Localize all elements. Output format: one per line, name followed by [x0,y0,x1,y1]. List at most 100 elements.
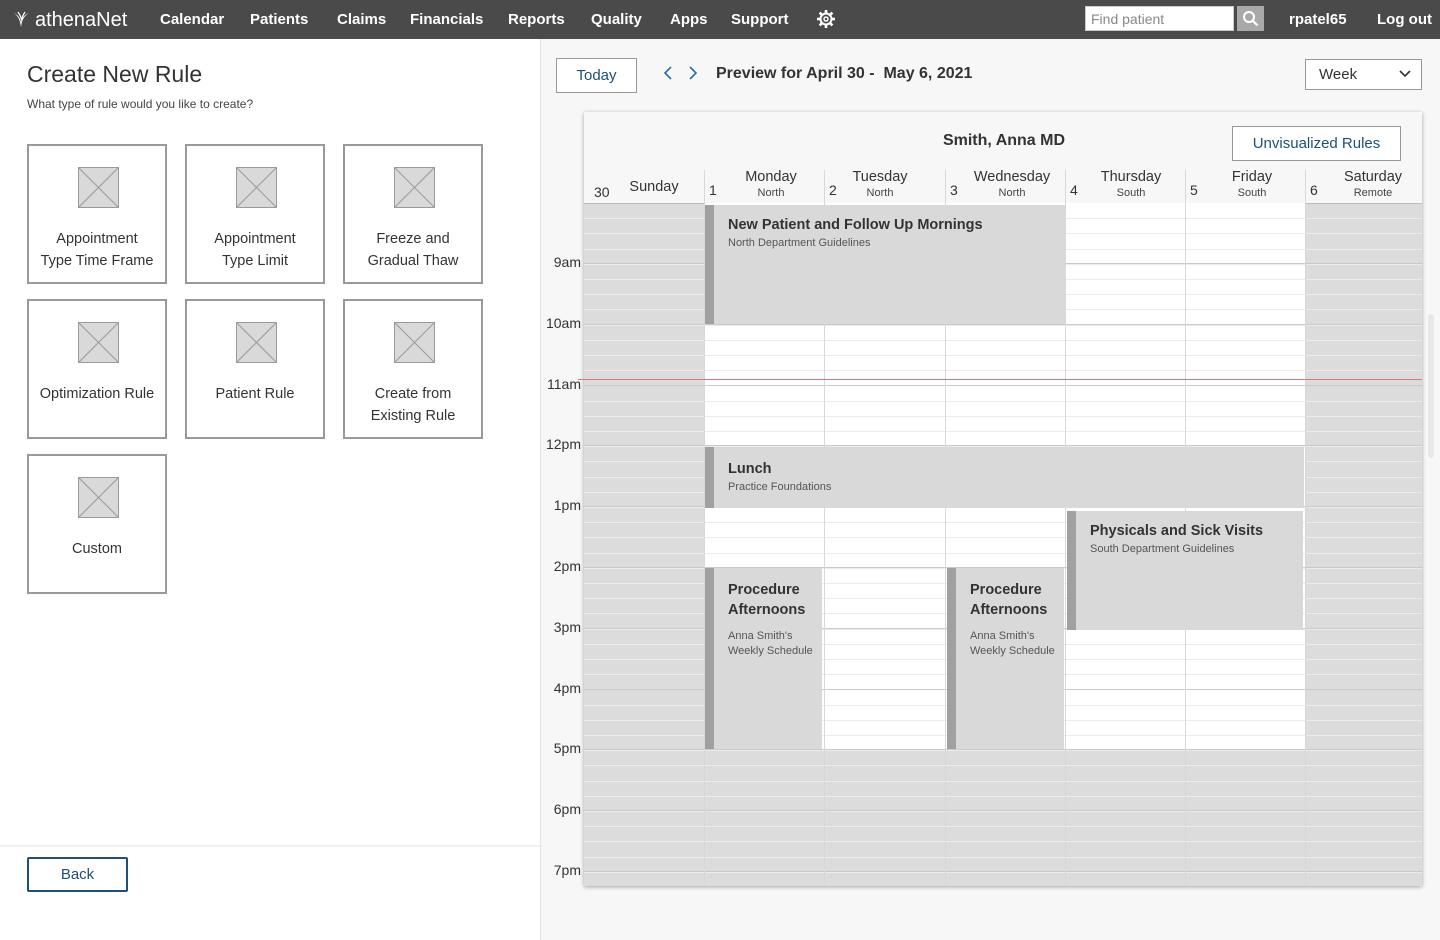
image-placeholder-icon [78,477,119,518]
event-subtitle: Anna Smith's [970,630,1035,642]
back-button[interactable]: Back [27,857,128,892]
event-subtitle-line2: Weekly Schedule [970,645,1055,657]
day-name: Thursday [1100,169,1162,185]
page-scrollbar[interactable] [1428,314,1434,458]
nav-reports[interactable]: Reports [508,11,565,28]
rule-tile-custom-rule[interactable]: Custom [27,454,167,594]
time-label: 3pm [553,619,581,635]
image-placeholder-icon [394,322,435,363]
rule-event[interactable]: Lunch Practice Foundations [705,447,1304,508]
day-department: North [998,187,1026,199]
quarter-hour-line [584,370,1422,371]
quarter-hour-line [584,781,1422,782]
hour-line [584,810,1422,811]
day-department: North [866,187,894,199]
event-title-line2: Afternoons [970,602,1048,618]
day-name: Wednesday [973,169,1051,185]
time-label: 12pm [545,436,581,452]
user-menu[interactable]: rpatel65 [1289,11,1347,28]
preview-date-range: Preview for April 30 - May 6, 2021 [716,65,973,82]
rule-tile-patient-rule[interactable]: Patient Rule [185,299,325,439]
rule-tile-appointment-type-limit[interactable]: Appointment Type Limit [185,144,325,284]
time-label: 6pm [553,801,581,817]
hour-line [584,445,1422,446]
nav-claims[interactable]: Claims [337,11,386,28]
quarter-hour-line [584,841,1422,842]
brand-text-athena: athena [35,8,97,31]
unvisualized-rules-button[interactable]: Unvisualized Rules [1232,126,1401,161]
rule-tile-freeze-and-gradual-thaw[interactable]: Freeze and Gradual Thaw [343,144,483,284]
day-divider [1305,170,1306,886]
day-department: Remote [1353,187,1393,199]
quarter-hour-line [584,872,1422,873]
rule-tile-create-from-existing-rule[interactable]: Create from Existing Rule [343,299,483,439]
event-color-bar [705,447,714,508]
event-title: Procedure [728,582,800,598]
quarter-hour-line [584,355,1422,356]
time-label: 11am [547,376,581,392]
rule-tile-label-line2: Gradual Thaw [367,253,459,269]
nav-patients[interactable]: Patients [250,11,308,28]
nav-calendar[interactable]: Calendar [160,11,224,28]
today-button[interactable]: Today [556,58,637,93]
rule-event[interactable]: Procedure Afternoons Anna Smith's Weekly Sc… [947,568,1064,749]
image-placeholder-icon [394,167,435,208]
find-patient-input[interactable] [1085,6,1234,31]
quarter-hour-line [584,796,1422,797]
image-placeholder-icon [236,322,277,363]
event-color-bar [1067,511,1076,630]
time-label: 1pm [553,497,581,513]
hour-line [584,871,1422,872]
image-placeholder-icon [78,322,119,363]
gear-icon[interactable] [816,9,836,29]
next-week-button[interactable] [685,63,701,85]
page-title: Create New Rule [27,61,203,87]
rule-tile-label: Create from [374,386,452,402]
event-subtitle: North Department Guidelines [728,237,871,249]
event-color-bar [947,568,956,749]
hour-line [584,385,1422,386]
chevron-down-icon [1399,60,1411,99]
nav-financials[interactable]: Financials [410,11,483,28]
rule-tile-appointment-type-time-frame[interactable]: Appointment Type Time Frame [27,144,167,284]
quarter-hour-line [584,765,1422,766]
time-label: 5pm [553,740,581,756]
rule-event[interactable]: Procedure Afternoons Anna Smith's Weekly Sc… [705,568,822,749]
provider-name: Smith, Anna MD [942,132,1066,149]
rule-event[interactable]: New Patient and Follow Up Mornings North … [705,205,1065,324]
time-label: 10am [545,315,581,331]
event-title: New Patient and Follow Up Mornings [728,217,983,233]
rule-event[interactable]: Physicals and Sick Visits South Departmen… [1067,511,1303,630]
search-icon [1243,11,1259,27]
day-department: North [757,187,785,199]
rule-tile-optimization-rule[interactable]: Optimization Rule [27,299,167,439]
previous-week-button[interactable] [660,63,676,85]
day-divider [1065,170,1066,886]
quarter-hour-line [584,401,1422,402]
quarter-hour-line [584,857,1422,858]
logout-link[interactable]: Log out [1377,11,1432,28]
athenanet-logo[interactable]: athena Net [12,7,127,33]
day-name: Monday [745,169,797,185]
search-button[interactable] [1237,6,1264,31]
nav-quality[interactable]: Quality [591,11,642,28]
day-column-sunday [584,204,704,886]
rule-tile-label-line2: Type Time Frame [40,253,154,269]
quarter-hour-line [584,826,1422,827]
time-label: 2pm [553,558,581,574]
event-title: Physicals and Sick Visits [1090,523,1264,539]
rule-tile-label-line2: Existing Rule [370,408,456,424]
event-color-bar [705,205,714,324]
event-title-line2: Afternoons [728,602,806,618]
quarter-hour-line [584,750,1422,751]
quarter-hour-line [584,811,1422,812]
nav-support[interactable]: Support [731,11,789,28]
rule-tile-label: Freeze and [376,231,450,247]
quarter-hour-line [584,431,1422,432]
view-select-value: Week [1319,66,1358,83]
nav-apps[interactable]: Apps [670,11,708,28]
day-name: Friday [1231,169,1273,185]
time-label: 9am [553,254,581,270]
view-select[interactable]: Week [1305,59,1422,90]
day-name: Sunday [629,179,679,195]
